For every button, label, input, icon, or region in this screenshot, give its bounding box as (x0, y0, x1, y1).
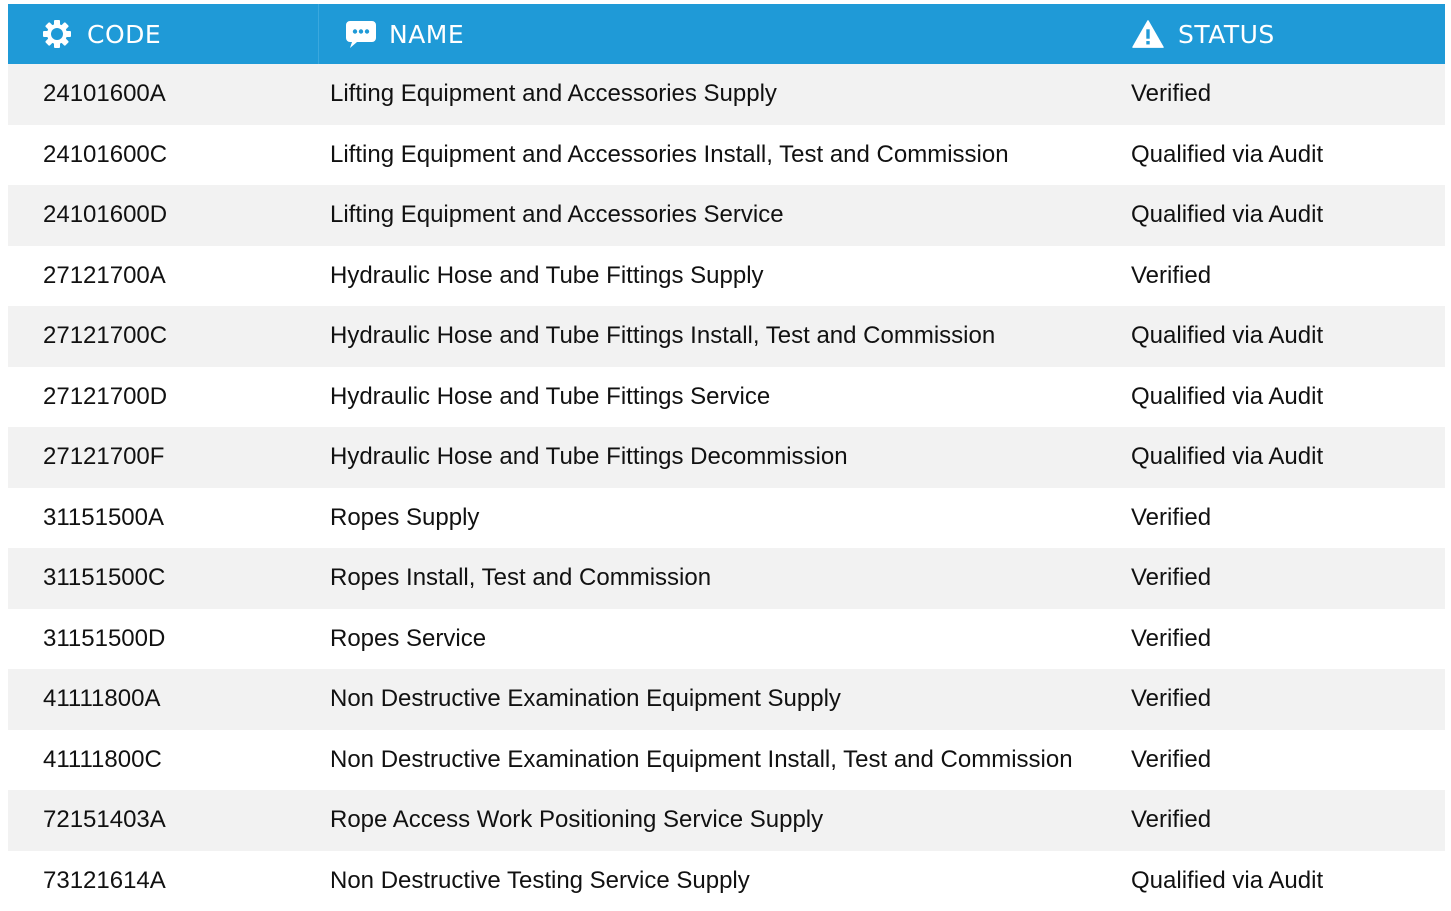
warning-icon (1132, 18, 1164, 50)
cell-status: Qualified via Audit (1083, 383, 1445, 411)
cell-status: Qualified via Audit (1083, 322, 1445, 350)
cell-name: Lifting Equipment and Accessories Servic… (319, 201, 1083, 229)
cell-status: Verified (1083, 80, 1445, 108)
cell-name: Hydraulic Hose and Tube Fittings Supply (319, 262, 1083, 290)
cell-name: Ropes Service (319, 625, 1083, 653)
column-header-status-label: STATUS (1178, 20, 1275, 49)
cell-code: 73121614A (8, 867, 319, 895)
table-row[interactable]: 31151500C Ropes Install, Test and Commis… (8, 548, 1445, 609)
table-row[interactable]: 31151500A Ropes Supply Verified (8, 488, 1445, 549)
cell-status: Verified (1083, 262, 1445, 290)
cell-status: Verified (1083, 625, 1445, 653)
cell-status: Verified (1083, 685, 1445, 713)
cell-code: 27121700C (8, 322, 319, 350)
cell-code: 41111800A (8, 685, 319, 713)
table-row[interactable]: 24101600D Lifting Equipment and Accessor… (8, 185, 1445, 246)
cell-name: Hydraulic Hose and Tube Fittings Decommi… (319, 443, 1083, 471)
cell-code: 41111800C (8, 746, 319, 774)
table-row[interactable]: 31151500D Ropes Service Verified (8, 609, 1445, 670)
column-header-name-label: NAME (389, 20, 464, 49)
cell-name: Ropes Supply (319, 504, 1083, 532)
cell-status: Qualified via Audit (1083, 443, 1445, 471)
table-row[interactable]: 41111800A Non Destructive Examination Eq… (8, 669, 1445, 730)
cell-code: 27121700F (8, 443, 319, 471)
table-row[interactable]: 27121700D Hydraulic Hose and Tube Fittin… (8, 367, 1445, 428)
column-header-code-label: CODE (87, 20, 161, 49)
column-header-status[interactable]: STATUS (1131, 4, 1445, 64)
table-header: CODE NAME STATUS (8, 4, 1445, 64)
cell-name: Non Destructive Examination Equipment In… (319, 746, 1083, 774)
cell-code: 24101600C (8, 141, 319, 169)
chat-bubble-icon (345, 18, 377, 50)
cell-status: Qualified via Audit (1083, 867, 1445, 895)
table-row[interactable]: 27121700C Hydraulic Hose and Tube Fittin… (8, 306, 1445, 367)
cell-code: 72151403A (8, 806, 319, 834)
table-row[interactable]: 27121700F Hydraulic Hose and Tube Fittin… (8, 427, 1445, 488)
cell-name: Lifting Equipment and Accessories Instal… (319, 141, 1083, 169)
cell-code: 27121700D (8, 383, 319, 411)
column-header-code[interactable]: CODE (8, 4, 319, 64)
cell-code: 24101600A (8, 80, 319, 108)
cell-name: Lifting Equipment and Accessories Supply (319, 80, 1083, 108)
table-row[interactable]: 27121700A Hydraulic Hose and Tube Fittin… (8, 246, 1445, 307)
gear-icon (41, 18, 73, 50)
cell-name: Hydraulic Hose and Tube Fittings Install… (319, 322, 1083, 350)
table-row[interactable]: 24101600C Lifting Equipment and Accessor… (8, 125, 1445, 186)
cell-name: Hydraulic Hose and Tube Fittings Service (319, 383, 1083, 411)
cell-status: Verified (1083, 564, 1445, 592)
cell-name: Non Destructive Examination Equipment Su… (319, 685, 1083, 713)
cell-name: Rope Access Work Positioning Service Sup… (319, 806, 1083, 834)
cell-name: Ropes Install, Test and Commission (319, 564, 1083, 592)
cell-code: 24101600D (8, 201, 319, 229)
codes-table: CODE NAME STATUS (8, 4, 1445, 911)
cell-status: Verified (1083, 504, 1445, 532)
cell-status: Verified (1083, 746, 1445, 774)
cell-status: Qualified via Audit (1083, 201, 1445, 229)
cell-code: 31151500D (8, 625, 319, 653)
cell-name: Non Destructive Testing Service Supply (319, 867, 1083, 895)
column-header-name[interactable]: NAME (319, 4, 1131, 64)
table-row[interactable]: 41111800C Non Destructive Examination Eq… (8, 730, 1445, 791)
table-row[interactable]: 72151403A Rope Access Work Positioning S… (8, 790, 1445, 851)
cell-code: 31151500C (8, 564, 319, 592)
cell-status: Qualified via Audit (1083, 141, 1445, 169)
cell-code: 31151500A (8, 504, 319, 532)
table-row[interactable]: 24101600A Lifting Equipment and Accessor… (8, 64, 1445, 125)
cell-status: Verified (1083, 806, 1445, 834)
table-row[interactable]: 73121614A Non Destructive Testing Servic… (8, 851, 1445, 911)
cell-code: 27121700A (8, 262, 319, 290)
